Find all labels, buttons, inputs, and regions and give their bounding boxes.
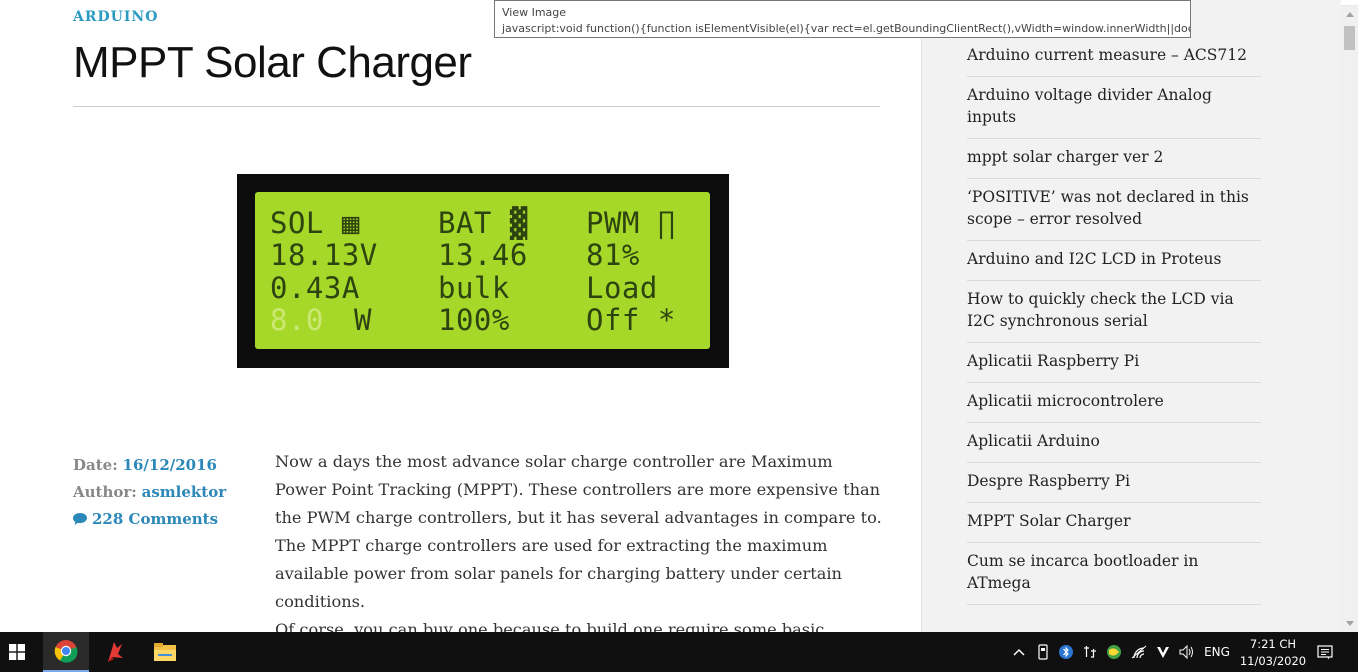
post-category-link[interactable]: ARDUINO (73, 9, 158, 25)
speaker-icon (1179, 645, 1193, 659)
sidebar: Arduino current measure – ACS712 Arduino… (921, 0, 1341, 632)
scroll-up-icon[interactable] (1346, 12, 1354, 17)
lcd-cell: W (354, 303, 372, 337)
link-tooltip: View Image javascript:void function(){fu… (494, 0, 1191, 38)
post-comments[interactable]: 228 Comments (73, 506, 226, 533)
post-paragraph: Of corse, you can buy one because to bui… (275, 620, 825, 632)
tray-input[interactable] (1079, 632, 1101, 672)
comments-link[interactable]: 228 Comments (92, 510, 218, 528)
sidebar-link[interactable]: Aplicatii Arduino (967, 423, 1261, 463)
lcd-cell: bulk (438, 271, 510, 305)
comment-icon (73, 513, 87, 525)
usb-icon (1038, 644, 1048, 660)
sidebar-link[interactable]: Arduino voltage divider Analog inputs (967, 77, 1261, 139)
date-link[interactable]: 16/12/2016 (123, 456, 217, 474)
lcd-cell: PWM ∏ (586, 206, 676, 240)
chrome-icon (54, 640, 78, 663)
lcd-cell: SOL ▦ (270, 206, 360, 240)
lcd-row-2: 18.13V 13.46 81% (270, 238, 639, 272)
post-meta: Date: 16/12/2016 Author: asmlektor 228 C… (73, 452, 226, 533)
post-paragraph: Now a days the most advance solar charge… (275, 452, 882, 611)
scroll-down-icon[interactable] (1346, 621, 1354, 626)
start-icon (8, 644, 25, 660)
sidebar-link[interactable]: How to quickly check the LCD via I2C syn… (967, 281, 1261, 343)
lcd-cell: BAT ▓ (438, 206, 528, 240)
action-center[interactable] (1312, 632, 1338, 672)
lcd-image[interactable]: SOL ▦ BAT ▓ PWM ∏ 18.13V 13.46 81% 0.43A… (237, 174, 729, 368)
keyboard-icon (1084, 646, 1096, 658)
tray-overflow[interactable] (1008, 632, 1030, 672)
tray-app[interactable] (1103, 632, 1125, 672)
clock-time: 7:21 CH (1249, 637, 1297, 651)
main-content: ARDUINO MPPT Solar Charger SOL ▦ BAT ▓ P… (0, 0, 921, 632)
post-body: Now a days the most advance solar charge… (275, 448, 887, 632)
wifi-icon (1131, 645, 1147, 659)
taskbar-chrome[interactable] (43, 632, 89, 672)
tray-battery[interactable] (1033, 632, 1053, 672)
author-label: Author: (73, 483, 137, 501)
lcd-cell: Load (586, 271, 658, 305)
post-title: MPPT Solar Charger (73, 38, 472, 87)
scrollbar-thumb[interactable] (1344, 26, 1355, 50)
taskbar: ENG 7:21 CH 11/03/2020 (0, 632, 1358, 672)
lcd-cell: Off * (586, 303, 676, 337)
page-scrollbar[interactable] (1341, 6, 1358, 632)
tray-vpn[interactable] (1153, 632, 1173, 672)
sidebar-link[interactable]: Despre Raspberry Pi (967, 463, 1261, 503)
tray-wifi[interactable] (1128, 632, 1150, 672)
lcd-cell: 13.46 (438, 238, 528, 272)
tooltip-title: View Image (502, 6, 567, 19)
lcd-cell: 18.13V (270, 238, 378, 272)
notification-icon (1317, 644, 1333, 659)
lcd-row-3: 0.43A bulk Load (270, 271, 657, 305)
sidebar-link[interactable]: ‘POSITIVE’ was not declared in this scop… (967, 179, 1261, 241)
v-logo-icon (1157, 647, 1169, 658)
tray-bluetooth[interactable] (1056, 632, 1076, 672)
app-red-icon (108, 642, 123, 662)
taskbar-app-red[interactable] (93, 632, 137, 672)
sidebar-link[interactable]: Cum se incarca bootloader in ATmega (967, 543, 1261, 605)
globe-icon (1107, 645, 1121, 659)
tray-language[interactable]: ENG (1200, 632, 1234, 672)
lcd-cell: 100% (438, 303, 510, 337)
sidebar-link[interactable]: MPPT Solar Charger (967, 503, 1261, 543)
sidebar-link[interactable]: mppt solar charger ver 2 (967, 139, 1261, 179)
sidebar-link[interactable]: Arduino and I2C LCD in Proteus (967, 241, 1261, 281)
tooltip-url: javascript:void function(){function isEl… (502, 22, 1191, 35)
lcd-cell: 81% (586, 238, 640, 272)
title-divider (73, 106, 880, 107)
file-explorer-icon (154, 643, 176, 661)
sidebar-link[interactable]: Aplicatii Raspberry Pi (967, 343, 1261, 383)
lcd-row-4: 8.0 W 100% Off * (270, 303, 675, 337)
recent-posts-list: Arduino current measure – ACS712 Arduino… (967, 37, 1261, 605)
bluetooth-icon (1059, 645, 1073, 659)
sidebar-link[interactable]: Arduino current measure – ACS712 (967, 37, 1261, 77)
chevron-up-icon (1013, 648, 1025, 656)
post-author: Author: asmlektor (73, 479, 226, 506)
lcd-cell: 0.43A (270, 271, 360, 305)
lcd-cell: 8.0 (270, 303, 324, 337)
sidebar-link[interactable]: Aplicatii microcontrolere (967, 383, 1261, 423)
post-date: Date: 16/12/2016 (73, 452, 226, 479)
lcd-screen: SOL ▦ BAT ▓ PWM ∏ 18.13V 13.46 81% 0.43A… (255, 192, 710, 349)
lcd-row-1: SOL ▦ BAT ▓ PWM ∏ (270, 206, 675, 240)
taskbar-file-explorer[interactable] (143, 632, 187, 672)
date-label: Date: (73, 456, 118, 474)
author-link[interactable]: asmlektor (142, 483, 227, 501)
start-button[interactable] (0, 632, 33, 672)
clock-date: 11/03/2020 (1239, 654, 1307, 668)
tray-volume[interactable] (1176, 632, 1198, 672)
taskbar-clock[interactable]: 7:21 CH 11/03/2020 (1238, 634, 1308, 670)
